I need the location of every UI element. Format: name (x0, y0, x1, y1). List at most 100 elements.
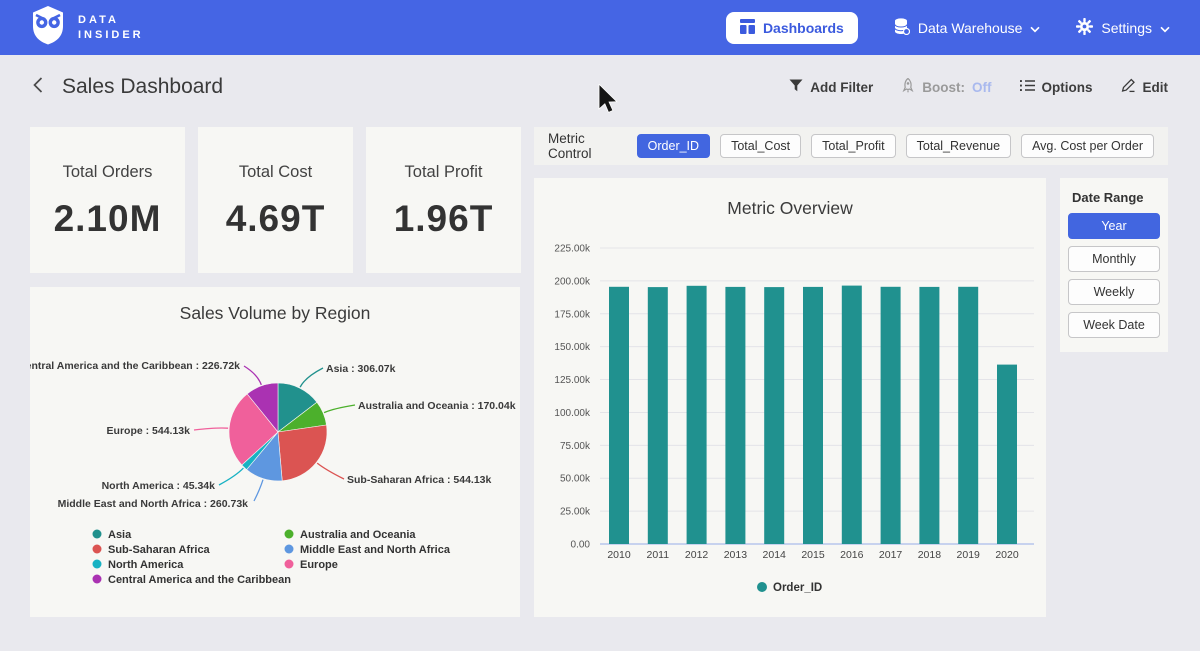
legend-label: Order_ID (773, 582, 822, 594)
legend-label: Middle East and North Africa (300, 544, 451, 556)
pie-leader-line (317, 463, 344, 479)
kpi-value: 2.10M (30, 198, 185, 240)
x-tick-label: 2019 (957, 549, 981, 561)
bar[interactable] (958, 287, 978, 544)
legend-label: Australia and Oceania (300, 529, 416, 541)
metric-button-total-cost[interactable]: Total_Cost (720, 134, 801, 158)
y-tick-label: 200.00k (554, 276, 591, 287)
metric-button-total-revenue[interactable]: Total_Revenue (906, 134, 1011, 158)
bar[interactable] (764, 287, 784, 544)
pie-slice-label: Australia and Oceania : 170.04k (358, 400, 516, 412)
options-label: Options (1042, 80, 1093, 95)
bar-chart: Metric Overview0.0025.00k50.00k75.00k100… (534, 178, 1046, 617)
metric-control-bar: Metric Control Order_ID Total_Cost Total… (534, 127, 1168, 165)
metric-control-label: Metric Control (548, 131, 623, 161)
gear-icon (1076, 18, 1093, 38)
legend-swatch (757, 582, 767, 592)
add-filter-button[interactable]: Add Filter (789, 79, 873, 95)
y-tick-label: 50.00k (560, 474, 591, 485)
options-list-icon (1020, 79, 1035, 95)
date-range-panel: Date Range Year Monthly Weekly Week Date (1060, 178, 1168, 352)
x-tick-label: 2020 (995, 549, 1019, 561)
pie-leader-line (300, 368, 323, 387)
bar-chart-title: Metric Overview (727, 198, 853, 218)
x-tick-label: 2014 (763, 549, 787, 561)
nav-dashboards-button[interactable]: Dashboards (726, 12, 858, 44)
y-tick-label: 150.00k (554, 342, 591, 353)
x-tick-label: 2018 (918, 549, 942, 561)
boost-toggle[interactable]: Boost: Off (901, 78, 991, 96)
filter-funnel-icon (789, 79, 803, 95)
legend-label: Central America and the Caribbean (108, 574, 291, 586)
brand: DATA INSIDER (30, 5, 144, 50)
bar[interactable] (997, 365, 1017, 544)
x-tick-label: 2010 (607, 549, 631, 561)
date-range-week-date-button[interactable]: Week Date (1068, 312, 1160, 338)
y-tick-label: 100.00k (554, 408, 591, 419)
legend-label: Asia (108, 529, 132, 541)
metric-button-avg-cost-per-order[interactable]: Avg. Cost per Order (1021, 134, 1154, 158)
date-range-monthly-button[interactable]: Monthly (1068, 246, 1160, 272)
pie-chart-title: Sales Volume by Region (180, 303, 371, 323)
boost-label: Boost: (922, 80, 965, 95)
pie-slice-label: Central America and the Caribbean : 226.… (30, 360, 240, 372)
bar[interactable] (687, 286, 707, 544)
bar[interactable] (881, 287, 901, 544)
y-tick-label: 75.00k (560, 441, 591, 452)
legend-label: Europe (300, 559, 338, 571)
brand-line2: INSIDER (78, 28, 144, 43)
pie-slice-label: Middle East and North Africa : 260.73k (58, 498, 249, 510)
x-tick-label: 2015 (801, 549, 825, 561)
pie-leader-line (324, 405, 355, 413)
legend-swatch (93, 560, 102, 569)
kpi-card-total-cost: Total Cost 4.69T (198, 127, 353, 273)
legend-swatch (285, 545, 294, 554)
pie-slice-label: North America : 45.34k (102, 480, 216, 492)
date-range-label: Date Range (1060, 178, 1168, 213)
y-tick-label: 225.00k (554, 244, 591, 255)
sales-volume-by-region-panel: Sales Volume by RegionAsia : 306.07kAust… (30, 287, 520, 617)
date-range-year-button[interactable]: Year (1068, 213, 1160, 239)
legend-label: North America (108, 559, 184, 571)
nav-settings-label: Settings (1101, 20, 1152, 36)
y-tick-label: 25.00k (560, 507, 591, 518)
bar[interactable] (842, 286, 862, 544)
edit-label: Edit (1143, 80, 1169, 95)
bar[interactable] (803, 287, 823, 544)
dashboard-grid-icon (740, 19, 755, 37)
owl-logo-icon (30, 5, 66, 50)
pie-slice-label: Sub-Saharan Africa : 544.13k (347, 474, 491, 486)
metric-overview-panel: Metric Overview0.0025.00k50.00k75.00k100… (534, 178, 1046, 617)
bar[interactable] (648, 287, 668, 544)
bar[interactable] (919, 287, 939, 544)
rocket-icon (901, 78, 915, 96)
back-button[interactable] (32, 76, 44, 99)
bar[interactable] (609, 287, 629, 544)
page-header: Sales Dashboard Add Filter Boost: Off (0, 55, 1200, 119)
pie-slice[interactable] (278, 425, 327, 481)
add-filter-label: Add Filter (810, 80, 873, 95)
boost-value: Off (972, 80, 992, 95)
pie-leader-line (244, 366, 261, 385)
nav-data-warehouse-menu[interactable]: Data Warehouse (894, 18, 1041, 38)
nav-settings-menu[interactable]: Settings (1076, 18, 1170, 38)
kpi-label: Total Cost (198, 163, 353, 182)
pie-leader-line (194, 428, 228, 430)
pie-slice-label: Europe : 544.13k (107, 425, 191, 437)
nav-dashboards-label: Dashboards (763, 20, 844, 36)
page-title: Sales Dashboard (62, 75, 223, 99)
edit-button[interactable]: Edit (1121, 78, 1169, 96)
metric-button-total-profit[interactable]: Total_Profit (811, 134, 896, 158)
kpi-card-total-orders: Total Orders 2.10M (30, 127, 185, 273)
date-range-weekly-button[interactable]: Weekly (1068, 279, 1160, 305)
bar[interactable] (725, 287, 745, 544)
pie-leader-line (219, 468, 243, 485)
y-tick-label: 175.00k (554, 309, 591, 320)
metric-button-order-id[interactable]: Order_ID (637, 134, 710, 158)
brand-line1: DATA (78, 13, 144, 28)
x-tick-label: 2012 (685, 549, 709, 561)
legend-swatch (285, 560, 294, 569)
legend-label: Sub-Saharan Africa (108, 544, 211, 556)
options-button[interactable]: Options (1020, 79, 1093, 95)
x-tick-label: 2017 (879, 549, 903, 561)
